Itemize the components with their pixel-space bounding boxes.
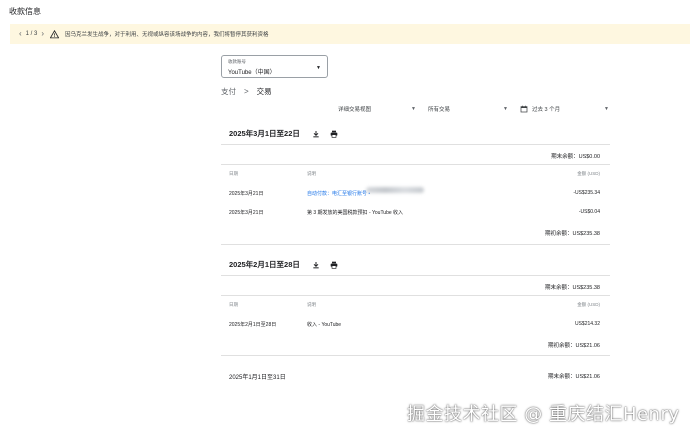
war-notice-banner: ‹ 1 / 3 › 因乌克兰发生战争，对于利用、无视或纵容该场战争的内容，我们将… xyxy=(10,24,690,44)
column-header-description: 说明 xyxy=(307,302,316,307)
row-amount: US$214.32 xyxy=(574,321,600,327)
breadcrumb: 支付 > 交易 xyxy=(221,86,272,97)
download-icon[interactable] xyxy=(312,130,320,138)
print-icon[interactable] xyxy=(330,261,338,269)
view-filter-value: 详细交易视图 xyxy=(338,107,372,113)
period-heading: 2025年2月1日至28日 xyxy=(229,259,338,270)
chevron-right-icon[interactable]: › xyxy=(41,30,44,38)
banner-pager-count: 1 / 3 xyxy=(25,31,38,37)
row-date: 2025年3月21日 xyxy=(229,191,264,197)
column-header-date: 日期 xyxy=(229,302,238,307)
breadcrumb-payments-link[interactable]: 支付 xyxy=(221,86,236,97)
row-amount: -US$0.04 xyxy=(578,209,600,215)
date-range-value: 过去 3 个月 xyxy=(532,107,561,113)
account-select[interactable]: 收款账号 YouTube（中国） ▼ xyxy=(221,55,328,78)
breadcrumb-separator: > xyxy=(244,87,249,96)
row-description: 收入 - YouTube xyxy=(307,322,342,328)
type-filter-select[interactable]: 所有交易 ▼ xyxy=(428,103,508,115)
period-heading: 2025年3月1日至22日 xyxy=(229,128,338,139)
row-date: 2025年2月1日至28日 xyxy=(229,322,277,328)
banner-pager: ‹ 1 / 3 › xyxy=(19,30,44,38)
banner-message: 因乌克兰发生战争，对于利用、无视或纵容该场战争的内容，我们将暂停其获利资格 xyxy=(65,32,269,38)
type-filter-value: 所有交易 xyxy=(428,107,451,113)
opening-balance: 期初余额：US$235.38 xyxy=(544,231,600,237)
chevron-left-icon[interactable]: ‹ xyxy=(19,30,22,38)
opening-balance: 期初余额：US$21.06 xyxy=(548,343,600,349)
divider xyxy=(221,295,610,296)
divider xyxy=(221,355,610,356)
breadcrumb-current: 交易 xyxy=(256,87,272,96)
row-date: 2025年3月21日 xyxy=(229,210,264,216)
row-amount: -US$235.34 xyxy=(573,190,600,196)
download-icon[interactable] xyxy=(312,261,320,269)
calendar-icon xyxy=(520,105,528,113)
dropdown-caret-icon: ▼ xyxy=(604,106,609,112)
column-header-date: 日期 xyxy=(229,171,238,176)
redacted-account-number xyxy=(366,187,424,193)
column-header-amount: 金额 (USD) xyxy=(577,302,600,307)
divider xyxy=(221,275,610,276)
column-header-description: 说明 xyxy=(307,171,316,176)
date-range-select[interactable]: 过去 3 个月 ▼ xyxy=(520,103,609,115)
page-title: 收款信息 xyxy=(9,6,41,16)
row-description-link[interactable]: 自动付款：电汇至银行账号 • xyxy=(307,190,370,197)
warning-icon xyxy=(50,29,60,39)
view-filter-select[interactable]: 详细交易视图 ▼ xyxy=(338,103,416,115)
divider xyxy=(221,244,610,245)
dropdown-caret-icon: ▼ xyxy=(411,106,416,112)
divider xyxy=(221,144,610,145)
period-title: 2025年3月1日至22日 xyxy=(229,129,300,138)
divider xyxy=(221,164,610,165)
account-select-value: YouTube（中国） xyxy=(228,70,276,76)
dropdown-caret-icon: ▼ xyxy=(316,65,321,71)
closing-balance: 期末余额：US$235.38 xyxy=(544,285,600,291)
closing-balance: 期末余额：US$21.06 xyxy=(548,374,600,380)
page-header: 收款信息 xyxy=(0,0,690,22)
account-select-label: 收款账号 xyxy=(228,59,246,64)
dropdown-caret-icon: ▼ xyxy=(503,106,508,112)
row-description: 第 3 期发放的美国税款预扣 - YouTube 收入 xyxy=(307,210,404,216)
period-title: 2025年2月1日至28日 xyxy=(229,260,300,269)
watermark-text: 掘金技术社区 @ 重庆结汇Henry xyxy=(407,404,680,425)
closing-balance: 期末余额：US$0.00 xyxy=(551,154,600,160)
print-icon[interactable] xyxy=(330,130,338,138)
period-title: 2025年1月1日至31日 xyxy=(229,375,286,381)
column-header-amount: 金额 (USD) xyxy=(577,171,600,176)
